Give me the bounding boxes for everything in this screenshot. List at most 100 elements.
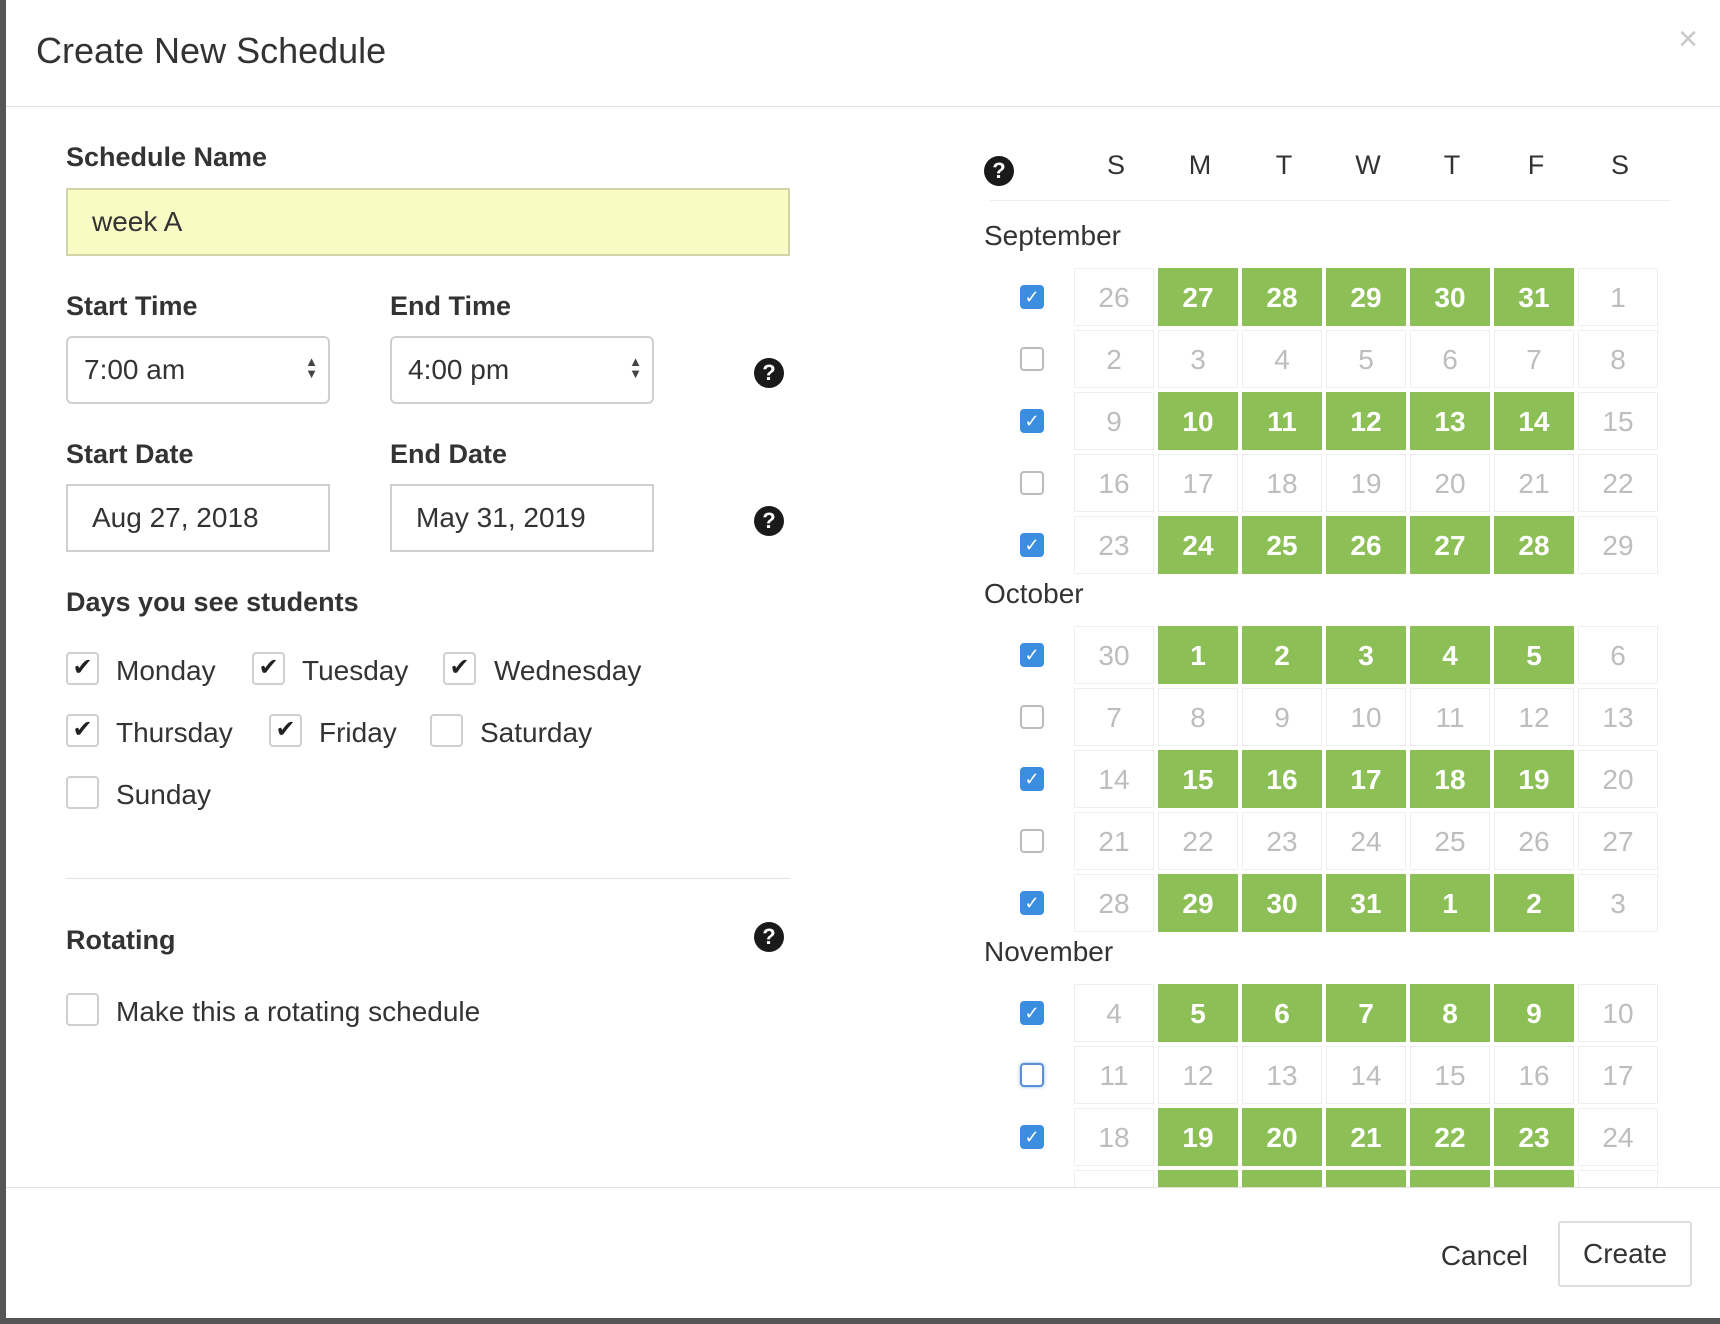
calendar-day[interactable]: 30 [1242, 874, 1322, 932]
week-checkbox[interactable]: ✓ [1020, 533, 1044, 557]
calendar-day[interactable]: 31 [1326, 874, 1406, 932]
calendar-day[interactable]: 20 [1242, 1108, 1322, 1166]
calendar-day[interactable]: 12 [1326, 392, 1406, 450]
week-checkbox[interactable] [1020, 471, 1044, 495]
calendar-day[interactable]: 19 [1158, 1108, 1238, 1166]
calendar-day[interactable]: 4 [1074, 984, 1154, 1042]
calendar-day[interactable]: 29 [1410, 1170, 1490, 1187]
calendar-day[interactable]: 12 [1158, 1046, 1238, 1104]
calendar-day[interactable]: 14 [1326, 1046, 1406, 1104]
calendar-day[interactable]: 13 [1578, 688, 1658, 746]
calendar-day[interactable]: 20 [1578, 750, 1658, 808]
calendar-day[interactable]: 20 [1410, 454, 1490, 512]
calendar-day[interactable]: 11 [1410, 688, 1490, 746]
calendar-day[interactable]: 5 [1158, 984, 1238, 1042]
calendar-day[interactable]: 31 [1494, 268, 1574, 326]
calendar-day[interactable]: 5 [1494, 626, 1574, 684]
calendar-day[interactable]: 11 [1242, 392, 1322, 450]
calendar-day[interactable]: 18 [1242, 454, 1322, 512]
week-checkbox[interactable]: ✓ [1020, 1125, 1044, 1149]
week-checkbox[interactable]: ✓ [1020, 767, 1044, 791]
calendar-day[interactable]: 9 [1242, 688, 1322, 746]
calendar-day[interactable]: 16 [1242, 750, 1322, 808]
calendar-day[interactable]: 29 [1158, 874, 1238, 932]
calendar-day[interactable]: 27 [1578, 812, 1658, 870]
calendar-day[interactable]: 13 [1242, 1046, 1322, 1104]
week-checkbox[interactable] [1020, 705, 1044, 729]
week-checkbox[interactable] [1020, 829, 1044, 853]
week-checkbox[interactable] [1020, 347, 1044, 371]
calendar-day[interactable]: 27 [1158, 268, 1238, 326]
week-checkbox[interactable]: ✓ [1020, 1001, 1044, 1025]
calendar-day[interactable]: 22 [1410, 1108, 1490, 1166]
calendar-day[interactable]: 8 [1158, 688, 1238, 746]
calendar-day[interactable]: 10 [1578, 984, 1658, 1042]
calendar-day[interactable]: 17 [1158, 454, 1238, 512]
calendar-day[interactable]: 11 [1074, 1046, 1154, 1104]
calendar-day[interactable]: 28 [1074, 874, 1154, 932]
calendar-day[interactable]: 14 [1494, 392, 1574, 450]
calendar-day[interactable]: 2 [1242, 626, 1322, 684]
calendar-day[interactable]: 23 [1074, 516, 1154, 574]
calendar-day[interactable]: 2 [1494, 874, 1574, 932]
calendar-day[interactable]: 25 [1242, 516, 1322, 574]
calendar-day[interactable]: 29 [1326, 268, 1406, 326]
calendar-day[interactable]: 15 [1158, 750, 1238, 808]
calendar-day[interactable]: 19 [1494, 750, 1574, 808]
calendar-day[interactable]: 9 [1074, 392, 1154, 450]
calendar-day[interactable]: 21 [1074, 812, 1154, 870]
help-icon[interactable]: ? [984, 156, 1014, 186]
calendar-day[interactable]: 21 [1494, 454, 1574, 512]
cancel-button[interactable]: Cancel [1441, 1240, 1528, 1272]
calendar-day[interactable]: 10 [1158, 392, 1238, 450]
calendar-day[interactable]: 13 [1410, 392, 1490, 450]
calendar-day[interactable]: 9 [1494, 984, 1574, 1042]
calendar-day[interactable]: 26 [1494, 812, 1574, 870]
calendar-day[interactable]: 23 [1242, 812, 1322, 870]
calendar-day[interactable]: 29 [1578, 516, 1658, 574]
calendar-day[interactable]: 16 [1074, 454, 1154, 512]
calendar-day[interactable]: 3 [1158, 330, 1238, 388]
calendar-day[interactable]: 15 [1410, 1046, 1490, 1104]
calendar-day[interactable]: 28 [1242, 268, 1322, 326]
calendar-day[interactable]: 1 [1410, 874, 1490, 932]
calendar-day[interactable]: 12 [1494, 688, 1574, 746]
calendar-day[interactable]: 27 [1242, 1170, 1322, 1187]
calendar-day[interactable]: 3 [1578, 874, 1658, 932]
week-checkbox[interactable]: ✓ [1020, 285, 1044, 309]
calendar-day[interactable]: 30 [1410, 268, 1490, 326]
calendar-day[interactable]: 1 [1578, 268, 1658, 326]
calendar-day[interactable]: 7 [1074, 688, 1154, 746]
calendar-day[interactable]: 18 [1074, 1108, 1154, 1166]
calendar-day[interactable]: 26 [1074, 268, 1154, 326]
calendar-day[interactable]: 23 [1494, 1108, 1574, 1166]
calendar-day[interactable]: 1 [1158, 626, 1238, 684]
week-checkbox[interactable]: ✓ [1020, 409, 1044, 433]
calendar-day[interactable]: 16 [1494, 1046, 1574, 1104]
calendar-day[interactable]: 4 [1242, 330, 1322, 388]
week-checkbox[interactable] [1020, 1063, 1044, 1087]
calendar-day[interactable]: 15 [1578, 392, 1658, 450]
calendar-day[interactable]: 26 [1326, 516, 1406, 574]
create-button[interactable]: Create [1558, 1221, 1692, 1287]
calendar-day[interactable]: 5 [1326, 330, 1406, 388]
calendar-day[interactable]: 1 [1578, 1170, 1658, 1187]
calendar-day[interactable]: 21 [1326, 1108, 1406, 1166]
calendar-day[interactable]: 28 [1494, 516, 1574, 574]
calendar-day[interactable]: 26 [1158, 1170, 1238, 1187]
calendar-day[interactable]: 19 [1326, 454, 1406, 512]
calendar-day[interactable]: 22 [1158, 812, 1238, 870]
calendar-day[interactable]: 6 [1410, 330, 1490, 388]
calendar-day[interactable]: 30 [1494, 1170, 1574, 1187]
week-checkbox[interactable]: ✓ [1020, 643, 1044, 667]
calendar-day[interactable]: 7 [1326, 984, 1406, 1042]
calendar-day[interactable]: 7 [1494, 330, 1574, 388]
calendar-day[interactable]: 10 [1326, 688, 1406, 746]
calendar-day[interactable]: 6 [1578, 626, 1658, 684]
calendar-day[interactable]: 8 [1578, 330, 1658, 388]
calendar-day[interactable]: 25 [1410, 812, 1490, 870]
week-checkbox[interactable]: ✓ [1020, 891, 1044, 915]
calendar-day[interactable]: 2 [1074, 330, 1154, 388]
calendar-day[interactable]: 24 [1578, 1108, 1658, 1166]
calendar-day[interactable]: 24 [1158, 516, 1238, 574]
